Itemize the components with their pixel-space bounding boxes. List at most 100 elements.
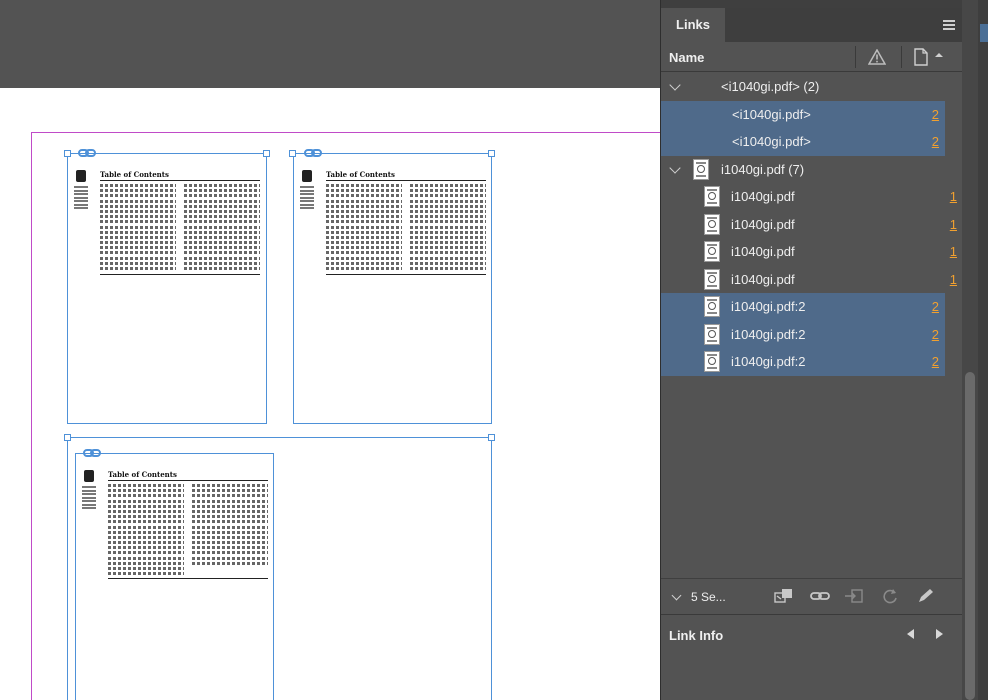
- toc-side-text: [300, 186, 314, 211]
- link-thumbnail: [704, 241, 720, 262]
- frame-handle[interactable]: [488, 434, 495, 441]
- toc-title: Table of Contents: [108, 470, 177, 479]
- link-chain-icon[interactable]: [78, 148, 96, 158]
- list-item[interactable]: <i1040gi.pdf> 2: [661, 128, 945, 156]
- list-item[interactable]: <i1040gi.pdf> 2: [661, 100, 945, 128]
- link-chain-icon[interactable]: [304, 148, 322, 158]
- frame-handle[interactable]: [263, 150, 270, 157]
- link-info-title[interactable]: Link Info: [669, 628, 723, 643]
- irs-logo-icon: [76, 170, 86, 182]
- list-item[interactable]: i1040gi.pdf:2 2: [661, 348, 945, 376]
- page-number-link[interactable]: 1: [950, 189, 957, 204]
- frame-handle[interactable]: [488, 150, 495, 157]
- link-name: i1040gi.pdf:2: [731, 354, 806, 369]
- toc-rule-bottom: [108, 578, 268, 579]
- frame-handle[interactable]: [289, 150, 296, 157]
- link-info-section: Link Info: [661, 614, 963, 700]
- links-panel: Links Name <i1040gi.pdf> (2) <i1040gi.pdf…: [660, 0, 963, 700]
- panel-footer: 5 Se...: [661, 578, 963, 614]
- link-name: i1040gi.pdf:2: [731, 326, 806, 342]
- tab-links[interactable]: Links: [661, 8, 725, 42]
- selection-count: 5 Se...: [691, 590, 726, 604]
- link-name: i1040gi.pdf:2: [731, 299, 806, 314]
- link-name: i1040gi.pdf: [731, 189, 795, 204]
- toc-title: Table of Contents: [100, 170, 169, 179]
- page-number-link[interactable]: 1: [950, 217, 957, 232]
- link-name: i1040gi.pdf: [731, 271, 795, 287]
- link-thumbnail: [704, 351, 720, 372]
- graphic-frame-1[interactable]: Table of Contents: [67, 153, 267, 424]
- list-item[interactable]: i1040gi.pdf 1: [661, 183, 963, 211]
- link-name: i1040gi.pdf: [731, 244, 795, 259]
- page-sort-icon[interactable]: [913, 48, 945, 66]
- links-list[interactable]: <i1040gi.pdf> (2) <i1040gi.pdf> 2 <i1040gi.…: [661, 73, 963, 376]
- link-chain-icon[interactable]: [83, 448, 101, 458]
- frame-handle[interactable]: [64, 150, 71, 157]
- list-item[interactable]: i1040gi.pdf 1: [661, 211, 963, 239]
- column-name[interactable]: Name: [669, 50, 704, 65]
- toc-rule-bottom: [326, 274, 486, 275]
- link-chain-icon[interactable]: [809, 587, 831, 605]
- list-item[interactable]: i1040gi.pdf 1: [661, 238, 963, 266]
- page-number-link[interactable]: 2: [932, 107, 939, 122]
- chevron-down-icon[interactable]: [669, 79, 681, 91]
- link-thumbnail: [704, 213, 720, 235]
- toc-column-left: [108, 484, 184, 577]
- toc-column-left: [100, 184, 176, 272]
- list-item[interactable]: <i1040gi.pdf> (2): [661, 73, 963, 101]
- pasteboard: [0, 0, 660, 88]
- link-thumbnail: [704, 268, 720, 290]
- link-name: <i1040gi.pdf>: [732, 134, 811, 149]
- panel-scrollbar-thumb[interactable]: [965, 372, 975, 700]
- document-canvas[interactable]: Table of Contents Table of Contents Tabl…: [0, 0, 660, 700]
- toc-rule: [100, 180, 260, 181]
- page-number-link[interactable]: 2: [932, 134, 939, 149]
- toc-column-right: [192, 484, 268, 567]
- toc-column-right: [410, 184, 486, 272]
- relink-to-folder-icon[interactable]: [773, 587, 795, 605]
- chevron-down-icon[interactable]: [669, 161, 681, 174]
- warning-icon[interactable]: [868, 49, 886, 65]
- page-number-link[interactable]: 1: [950, 272, 957, 287]
- toc-column-right: [184, 184, 260, 272]
- page-number-link[interactable]: 2: [932, 327, 939, 342]
- link-name: i1040gi.pdf (7): [721, 161, 805, 177]
- toc-preview-2: Table of Contents: [300, 170, 486, 280]
- list-item[interactable]: i1040gi.pdf 1: [661, 266, 963, 294]
- link-name: <i1040gi.pdf>: [732, 106, 811, 122]
- link-name: <i1040gi.pdf> (2): [721, 79, 820, 94]
- panel-menu-icon[interactable]: [943, 20, 955, 30]
- toc-preview-3: Table of Contents: [82, 470, 268, 580]
- link-name: i1040gi.pdf: [731, 216, 795, 232]
- graphic-frame-3[interactable]: Table of Contents: [75, 453, 274, 700]
- link-thumbnail: [693, 158, 709, 180]
- graphic-frame-2[interactable]: Table of Contents: [293, 153, 492, 424]
- previous-arrow-icon[interactable]: [907, 629, 914, 639]
- list-item[interactable]: i1040gi.pdf:2 2: [661, 293, 945, 321]
- page-number-link[interactable]: 2: [932, 299, 939, 314]
- link-thumbnail: [704, 323, 720, 345]
- toc-rule: [326, 180, 486, 181]
- panel-dock-bar: [661, 0, 963, 8]
- chevron-down-icon[interactable]: [671, 590, 682, 601]
- frame-handle[interactable]: [64, 434, 71, 441]
- page-number-link[interactable]: 1: [950, 244, 957, 259]
- list-item[interactable]: i1040gi.pdf (7): [661, 156, 963, 184]
- panel-tab-bar: Links: [661, 8, 963, 42]
- edit-original-icon[interactable]: [915, 587, 937, 605]
- toc-title: Table of Contents: [326, 170, 395, 179]
- window-edge-tab: [980, 24, 988, 42]
- column-header: Name: [661, 42, 963, 72]
- irs-logo-icon: [302, 170, 312, 182]
- next-arrow-icon[interactable]: [936, 629, 943, 639]
- page-number-link[interactable]: 2: [932, 354, 939, 369]
- toc-side-text: [74, 186, 88, 211]
- window-edge: [978, 0, 988, 700]
- app-window: Table of Contents Table of Contents Tabl…: [0, 0, 988, 700]
- link-thumbnail: [704, 186, 720, 207]
- list-item[interactable]: i1040gi.pdf:2 2: [661, 320, 945, 348]
- toc-preview-1: Table of Contents: [74, 170, 260, 280]
- update-link-icon[interactable]: [879, 587, 901, 605]
- go-to-link-icon[interactable]: [843, 587, 865, 605]
- toc-rule: [108, 480, 268, 481]
